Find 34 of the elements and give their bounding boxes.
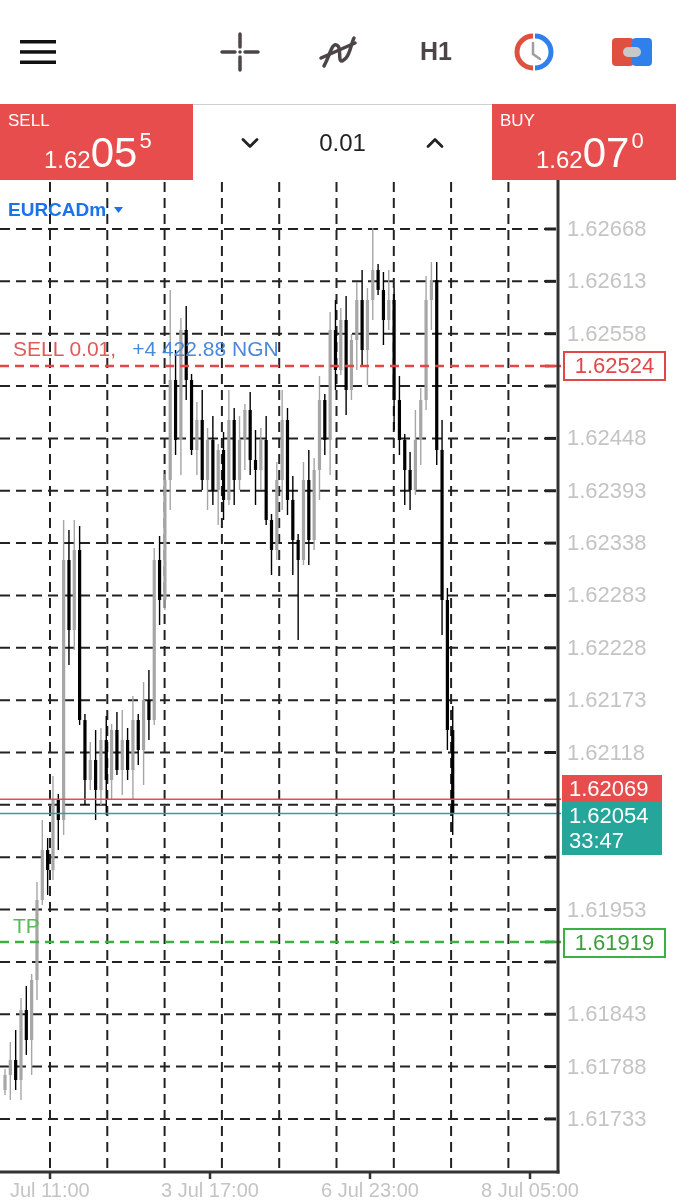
bid-price-label: 1.62054 — [569, 803, 650, 829]
time-axis-label: 8 Jul 05:00 — [481, 1178, 579, 1200]
price-axis-label: 1.62228 — [567, 634, 647, 661]
take-profit-label: TP — [13, 912, 40, 939]
price-axis-label: 1.62393 — [567, 477, 647, 504]
price-axis-label: 1.61788 — [567, 1053, 647, 1080]
wave-curve-icon — [318, 34, 358, 70]
price-axis-label: 1.61733 — [567, 1105, 647, 1132]
price-axis-label: 1.62668 — [567, 216, 647, 242]
symbol-selector[interactable]: EURCADm — [8, 197, 124, 223]
position-price-tag: 1.62524 — [563, 351, 666, 382]
price-axis-label: 1.62283 — [567, 582, 647, 609]
timeframe-button[interactable]: H1 — [412, 28, 460, 76]
take-profit-price-tag: 1.61919 — [563, 927, 666, 958]
ask-price-tag: 1.62069 — [562, 775, 662, 803]
time-axis-label: 3 Jul 17:00 — [161, 1178, 259, 1200]
price-axis-label: 1.62448 — [567, 425, 647, 452]
clock-icon — [514, 32, 554, 72]
toggle-icon — [612, 38, 652, 66]
price-axis-label: 1.62118 — [567, 739, 645, 766]
time-axis-label: Jul 11:00 — [10, 1178, 90, 1200]
countdown-label: 33:47 — [569, 828, 626, 854]
volume-field[interactable]: 0.01 — [319, 124, 366, 161]
crosshair-icon — [220, 32, 260, 72]
price-axis-label: 1.61953 — [567, 896, 647, 923]
price-axis-label: 1.62173 — [567, 687, 647, 714]
caret-down-icon — [114, 207, 124, 213]
price-axis-label: 1.62338 — [567, 530, 647, 557]
position-label: SELL 0.01, — [13, 336, 117, 363]
menu-icon — [20, 40, 56, 64]
time-axis-label: 6 Jul 23:00 — [321, 1178, 419, 1200]
price-axis-label: 1.61843 — [567, 1001, 647, 1028]
price-axis-label: 1.62558 — [567, 320, 647, 347]
price-axis-label: 1.62613 — [567, 268, 647, 295]
